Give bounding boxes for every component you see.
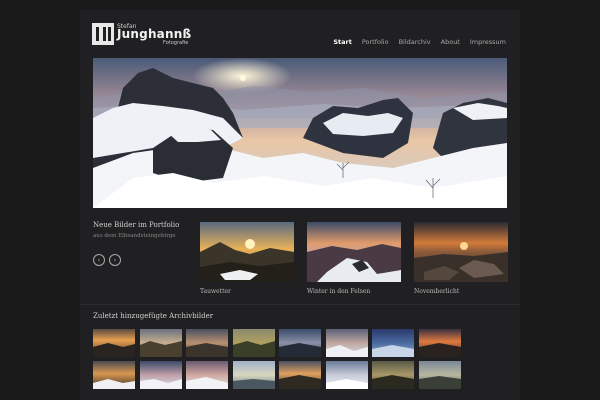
archive-thumbnail[interactable] <box>418 361 461 389</box>
section-divider <box>80 304 520 305</box>
archive-thumbnail[interactable] <box>93 329 135 357</box>
main-nav: Start Portfolio Bildarchiv About Impress… <box>333 38 506 46</box>
archive-thumbnail[interactable] <box>279 361 321 389</box>
archive-thumbnail[interactable] <box>139 361 182 389</box>
logo-last-name: Junghannß <box>117 27 192 41</box>
archive-thumbnail[interactable] <box>372 361 414 389</box>
archive-thumbnail[interactable] <box>186 329 228 357</box>
portfolio-thumbnail[interactable] <box>200 222 294 282</box>
archive-title: Zuletzt hinzugefügte Archivbilder <box>93 312 214 320</box>
portfolio-thumbnail[interactable] <box>307 222 401 282</box>
portfolio-caption[interactable]: Winter in den Felsen <box>307 288 401 295</box>
archive-thumbnail[interactable] <box>232 361 275 389</box>
portfolio-news-subtitle: aus dem Elbsandsteingebirge <box>93 233 176 239</box>
prev-arrow-button[interactable]: ‹ <box>93 254 105 266</box>
logo-text: Stefan Junghannß Fotografie <box>117 22 207 46</box>
archive-thumbnail[interactable] <box>139 329 182 357</box>
site-logo[interactable]: Stefan Junghannß Fotografie <box>92 22 207 46</box>
portfolio-item[interactable]: Winter in den Felsen <box>307 222 401 295</box>
page-container: Stefan Junghannß Fotografie Start Portfo… <box>80 10 520 400</box>
archive-thumbnail[interactable] <box>325 361 368 389</box>
logo-subtitle: Fotografie <box>163 40 189 46</box>
nav-item-impressum[interactable]: Impressum <box>470 38 506 46</box>
slider-dot[interactable] <box>489 194 493 198</box>
archive-thumbnail[interactable] <box>186 361 228 389</box>
nav-item-start[interactable]: Start <box>333 38 352 46</box>
hero-image <box>93 58 507 208</box>
archive-thumbnail[interactable] <box>372 329 414 357</box>
nav-item-about[interactable]: About <box>441 38 460 46</box>
slider-dot[interactable] <box>482 194 486 198</box>
portfolio-item[interactable]: Tauwetter <box>200 222 294 295</box>
portfolio-caption[interactable]: Novemberlicht <box>414 288 508 295</box>
slider-dot[interactable] <box>475 194 479 198</box>
archive-thumbnail[interactable] <box>418 329 461 357</box>
portfolio-item[interactable]: Novemberlicht <box>414 222 508 295</box>
hero-slider[interactable] <box>93 58 507 208</box>
slider-dot[interactable] <box>461 194 465 198</box>
portfolio-news-title: Neue Bilder im Portfolio <box>93 221 180 229</box>
archive-thumbnail[interactable] <box>279 329 321 357</box>
slider-dot[interactable] <box>468 194 472 198</box>
next-arrow-button[interactable]: › <box>109 254 121 266</box>
archive-thumbnail[interactable] <box>93 361 135 389</box>
slider-dots <box>461 194 493 198</box>
archive-thumbnail-grid <box>93 329 513 389</box>
portfolio-arrows: ‹ › <box>93 254 121 266</box>
logo-mark-icon <box>92 23 114 45</box>
portfolio-thumbnail[interactable] <box>414 222 508 282</box>
nav-item-portfolio[interactable]: Portfolio <box>362 38 389 46</box>
portfolio-caption[interactable]: Tauwetter <box>200 288 294 295</box>
nav-item-bildarchiv[interactable]: Bildarchiv <box>399 38 431 46</box>
archive-thumbnail[interactable] <box>325 329 368 357</box>
archive-thumbnail[interactable] <box>232 329 275 357</box>
